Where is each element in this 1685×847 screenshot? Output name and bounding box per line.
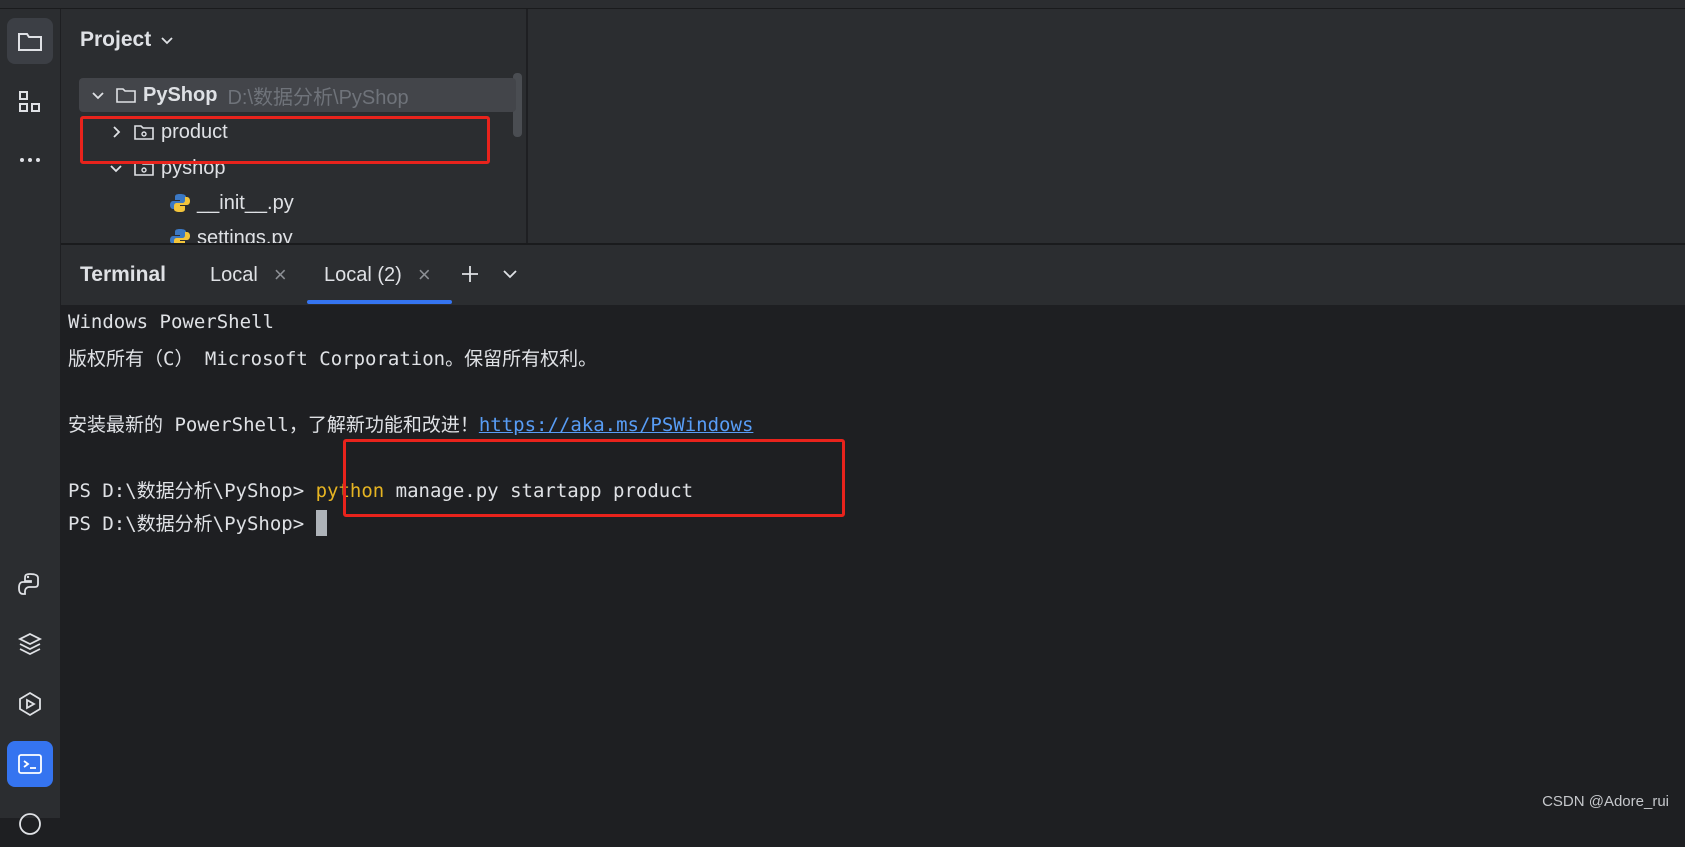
tree-node-label: pyshop: [161, 156, 226, 179]
terminal-line: 安装最新的 PowerShell，了解新功能和改进！https://aka.ms…: [68, 410, 753, 437]
chevron-down-icon: [503, 270, 517, 279]
folder-icon: [116, 88, 136, 103]
active-tab-indicator: [307, 300, 452, 304]
terminal-line: Windows PowerShell: [68, 311, 274, 333]
terminal-title: Terminal: [80, 263, 166, 286]
problems-icon: [19, 813, 41, 835]
add-icon: [462, 266, 478, 282]
tool-window-strip: [0, 9, 61, 835]
structure-tool-button[interactable]: [7, 79, 53, 125]
tab-label: Local (2): [324, 263, 402, 286]
tree-node-label: PyShop: [143, 83, 218, 106]
terminal-prompt: PS D:\数据分析\PyShop>: [68, 480, 316, 502]
tab-local[interactable]: Local ×: [210, 245, 287, 305]
project-title-label: Project: [80, 28, 152, 51]
folder-icon: [18, 33, 42, 51]
chevron-down-icon: [161, 37, 173, 45]
tree-node-label: product: [161, 120, 228, 143]
terminal-line: 版权所有（C） Microsoft Corporation。保留所有权利。: [68, 348, 598, 370]
project-tool-button[interactable]: [7, 18, 53, 64]
tree-node-settings-py[interactable]: settings.py: [169, 221, 293, 243]
python-file-icon: [170, 229, 190, 243]
watermark: CSDN @Adore_rui: [1542, 793, 1669, 810]
layers-icon: [17, 632, 43, 656]
new-tab-button[interactable]: [455, 259, 485, 289]
project-title[interactable]: Project: [80, 28, 175, 52]
terminal-prompt: PS D:\数据分析\PyShop>: [68, 513, 316, 535]
terminal-output[interactable]: Windows PowerShell 版权所有（C） Microsoft Cor…: [61, 305, 1685, 818]
title-bar-strip: [0, 0, 1685, 9]
tree-node-label: settings.py: [197, 226, 293, 244]
tree-node-path: D:\数据分析\PyShop: [227, 86, 409, 109]
chevron-down-icon: [92, 92, 104, 100]
services-button[interactable]: [7, 681, 53, 727]
more-icon: [20, 158, 40, 162]
editor-area: [527, 9, 1685, 243]
python-console-button[interactable]: [7, 561, 53, 607]
terminal-line: PS D:\数据分析\PyShop>: [68, 509, 327, 536]
terminal-icon: [18, 754, 42, 774]
tab-options-button[interactable]: [495, 259, 525, 289]
command-args: manage.py startapp product: [384, 480, 694, 502]
tree-node-product[interactable]: product: [107, 115, 228, 149]
problems-button[interactable]: [7, 801, 53, 847]
services-icon: [19, 691, 41, 717]
tree-node-init-py[interactable]: __init__.py: [169, 186, 294, 220]
tab-label: Local: [210, 263, 258, 286]
layers-button[interactable]: [7, 621, 53, 667]
more-tools-button[interactable]: [7, 137, 53, 183]
structure-icon: [19, 91, 40, 112]
project-panel: Project PyShop D:\数据分析\PyShop product py…: [61, 9, 526, 243]
terminal-header: Terminal Local × Local (2) ×: [61, 245, 1685, 305]
tree-node-pyshop-package[interactable]: pyshop: [107, 151, 226, 185]
package-folder-icon: [134, 161, 154, 176]
command-keyword: python: [315, 480, 385, 502]
close-icon[interactable]: ×: [274, 262, 287, 288]
tab-local-2[interactable]: Local (2) ×: [324, 245, 431, 305]
terminal-text: 安装最新的 PowerShell，了解新功能和改进！: [68, 414, 479, 436]
python-console-icon: [18, 573, 39, 595]
terminal-line: PS D:\数据分析\PyShop> python manage.py star…: [68, 476, 693, 503]
close-icon[interactable]: ×: [418, 262, 431, 288]
terminal-tool-button[interactable]: [7, 741, 53, 787]
python-file-icon: [170, 194, 190, 212]
text-cursor: [315, 509, 327, 536]
chevron-right-icon: [113, 126, 121, 138]
package-folder-icon: [134, 125, 154, 140]
chevron-down-icon: [110, 165, 122, 173]
powershell-link[interactable]: https://aka.ms/PSWindows: [479, 414, 754, 436]
tree-node-pyshop[interactable]: PyShop D:\数据分析\PyShop: [79, 78, 516, 112]
tree-node-label: __init__.py: [197, 191, 294, 214]
